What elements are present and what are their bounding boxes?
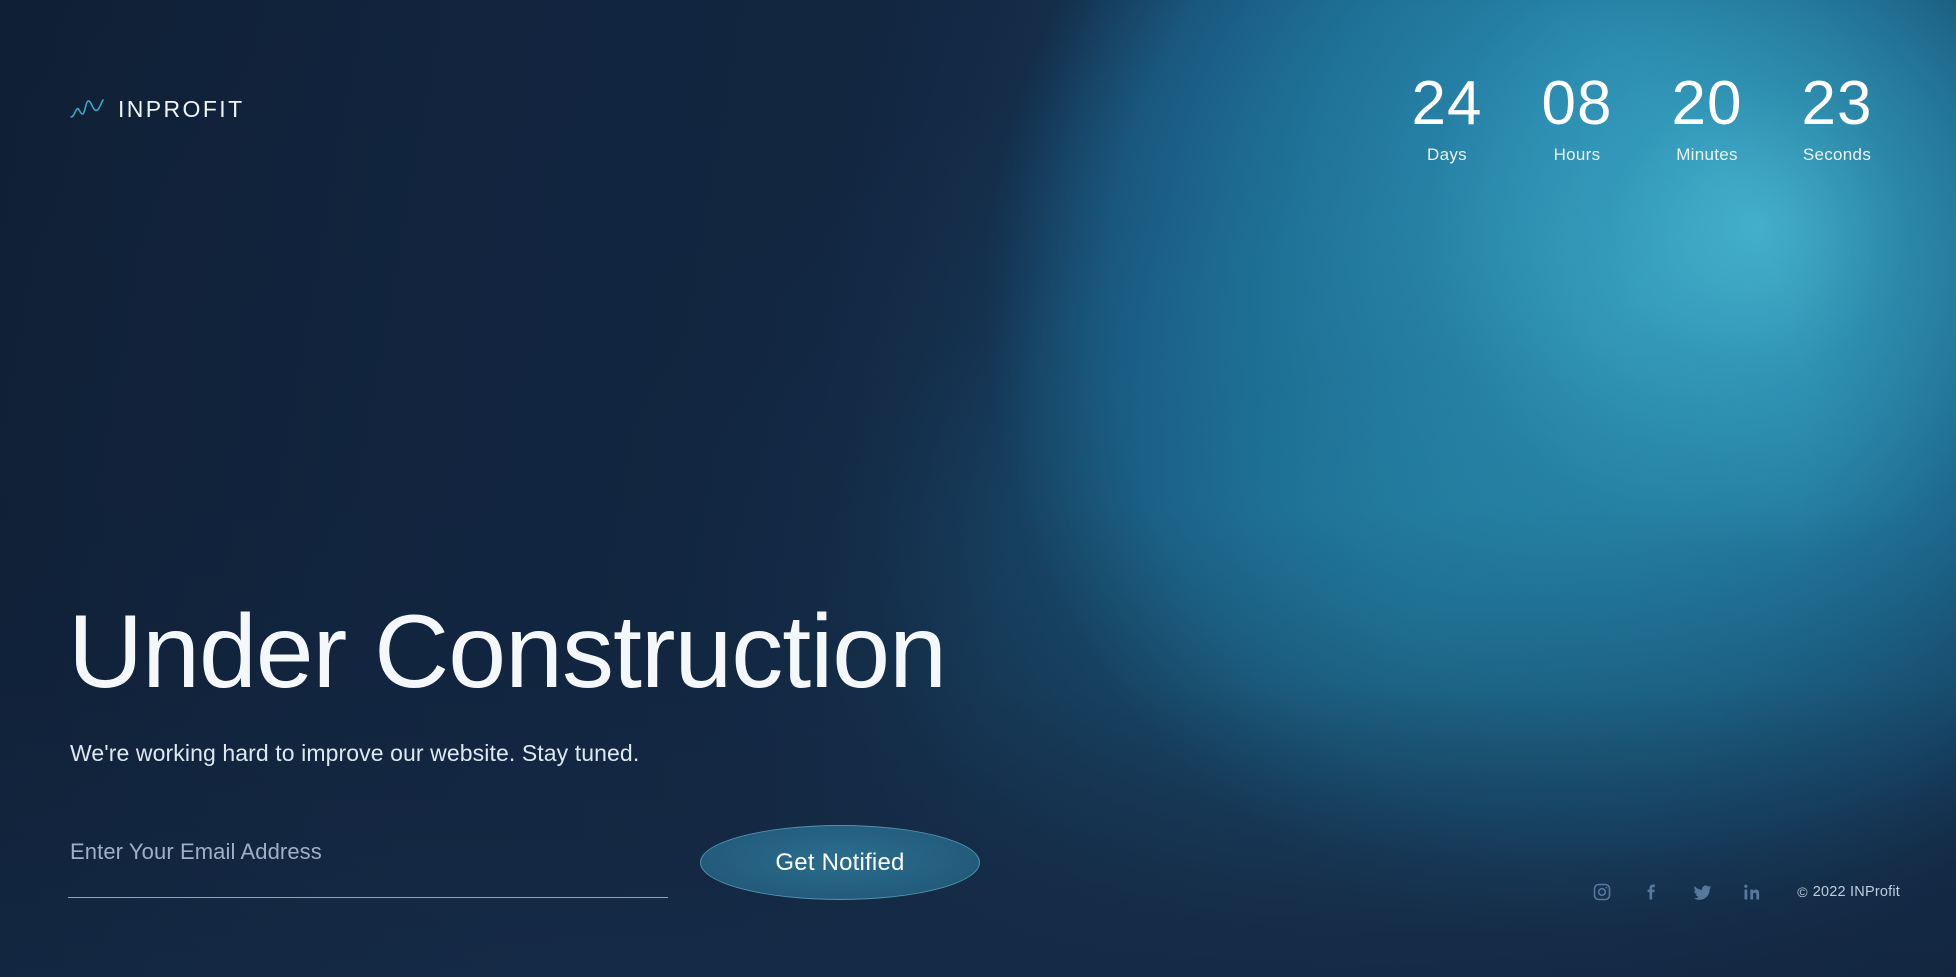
footer: © 2022 INProfit (1591, 879, 1900, 905)
countdown-hours-label: Hours (1553, 145, 1601, 165)
wave-line-chart-icon (70, 99, 104, 118)
countdown-days-label: Days (1427, 145, 1467, 165)
countdown-minutes-label: Minutes (1676, 145, 1738, 165)
countdown-days-value: 24 (1411, 69, 1483, 138)
page-title: Under Construction (68, 594, 947, 710)
copyright-icon: © (1797, 884, 1808, 900)
linkedin-icon[interactable] (1741, 881, 1763, 903)
countdown-timer: 24 Days 08 Hours 20 Minutes 23 Seconds (1382, 72, 1902, 165)
brand-name: INPROFIT (118, 95, 245, 122)
countdown-minutes-value: 20 (1671, 69, 1743, 138)
facebook-icon[interactable] (1641, 881, 1663, 903)
countdown-unit-minutes: 20 Minutes (1642, 72, 1772, 165)
copyright-text: 2022 INProfit (1812, 884, 1900, 900)
countdown-hours-value: 08 (1541, 69, 1613, 138)
subscribe-form: Get Notified (68, 820, 998, 920)
get-notified-button[interactable]: Get Notified (700, 825, 980, 900)
twitter-icon[interactable] (1691, 881, 1713, 903)
countdown-unit-seconds: 23 Seconds (1772, 72, 1902, 165)
countdown-unit-hours: 08 Hours (1512, 72, 1642, 165)
copyright-notice: © 2022 INProfit (1797, 884, 1900, 900)
social-links (1591, 881, 1763, 903)
email-field-wrapper (68, 820, 668, 898)
countdown-seconds-value: 23 (1801, 69, 1873, 138)
page-subtitle: We're working hard to improve our websit… (70, 740, 640, 766)
email-input[interactable] (68, 820, 668, 897)
countdown-seconds-label: Seconds (1802, 145, 1872, 165)
brand-logo[interactable]: INPROFIT (70, 92, 245, 126)
instagram-icon[interactable] (1591, 881, 1613, 903)
landing-page: INPROFIT 24 Days 08 Hours 20 Minutes 23 … (0, 0, 1956, 977)
countdown-unit-days: 24 Days (1382, 72, 1512, 165)
